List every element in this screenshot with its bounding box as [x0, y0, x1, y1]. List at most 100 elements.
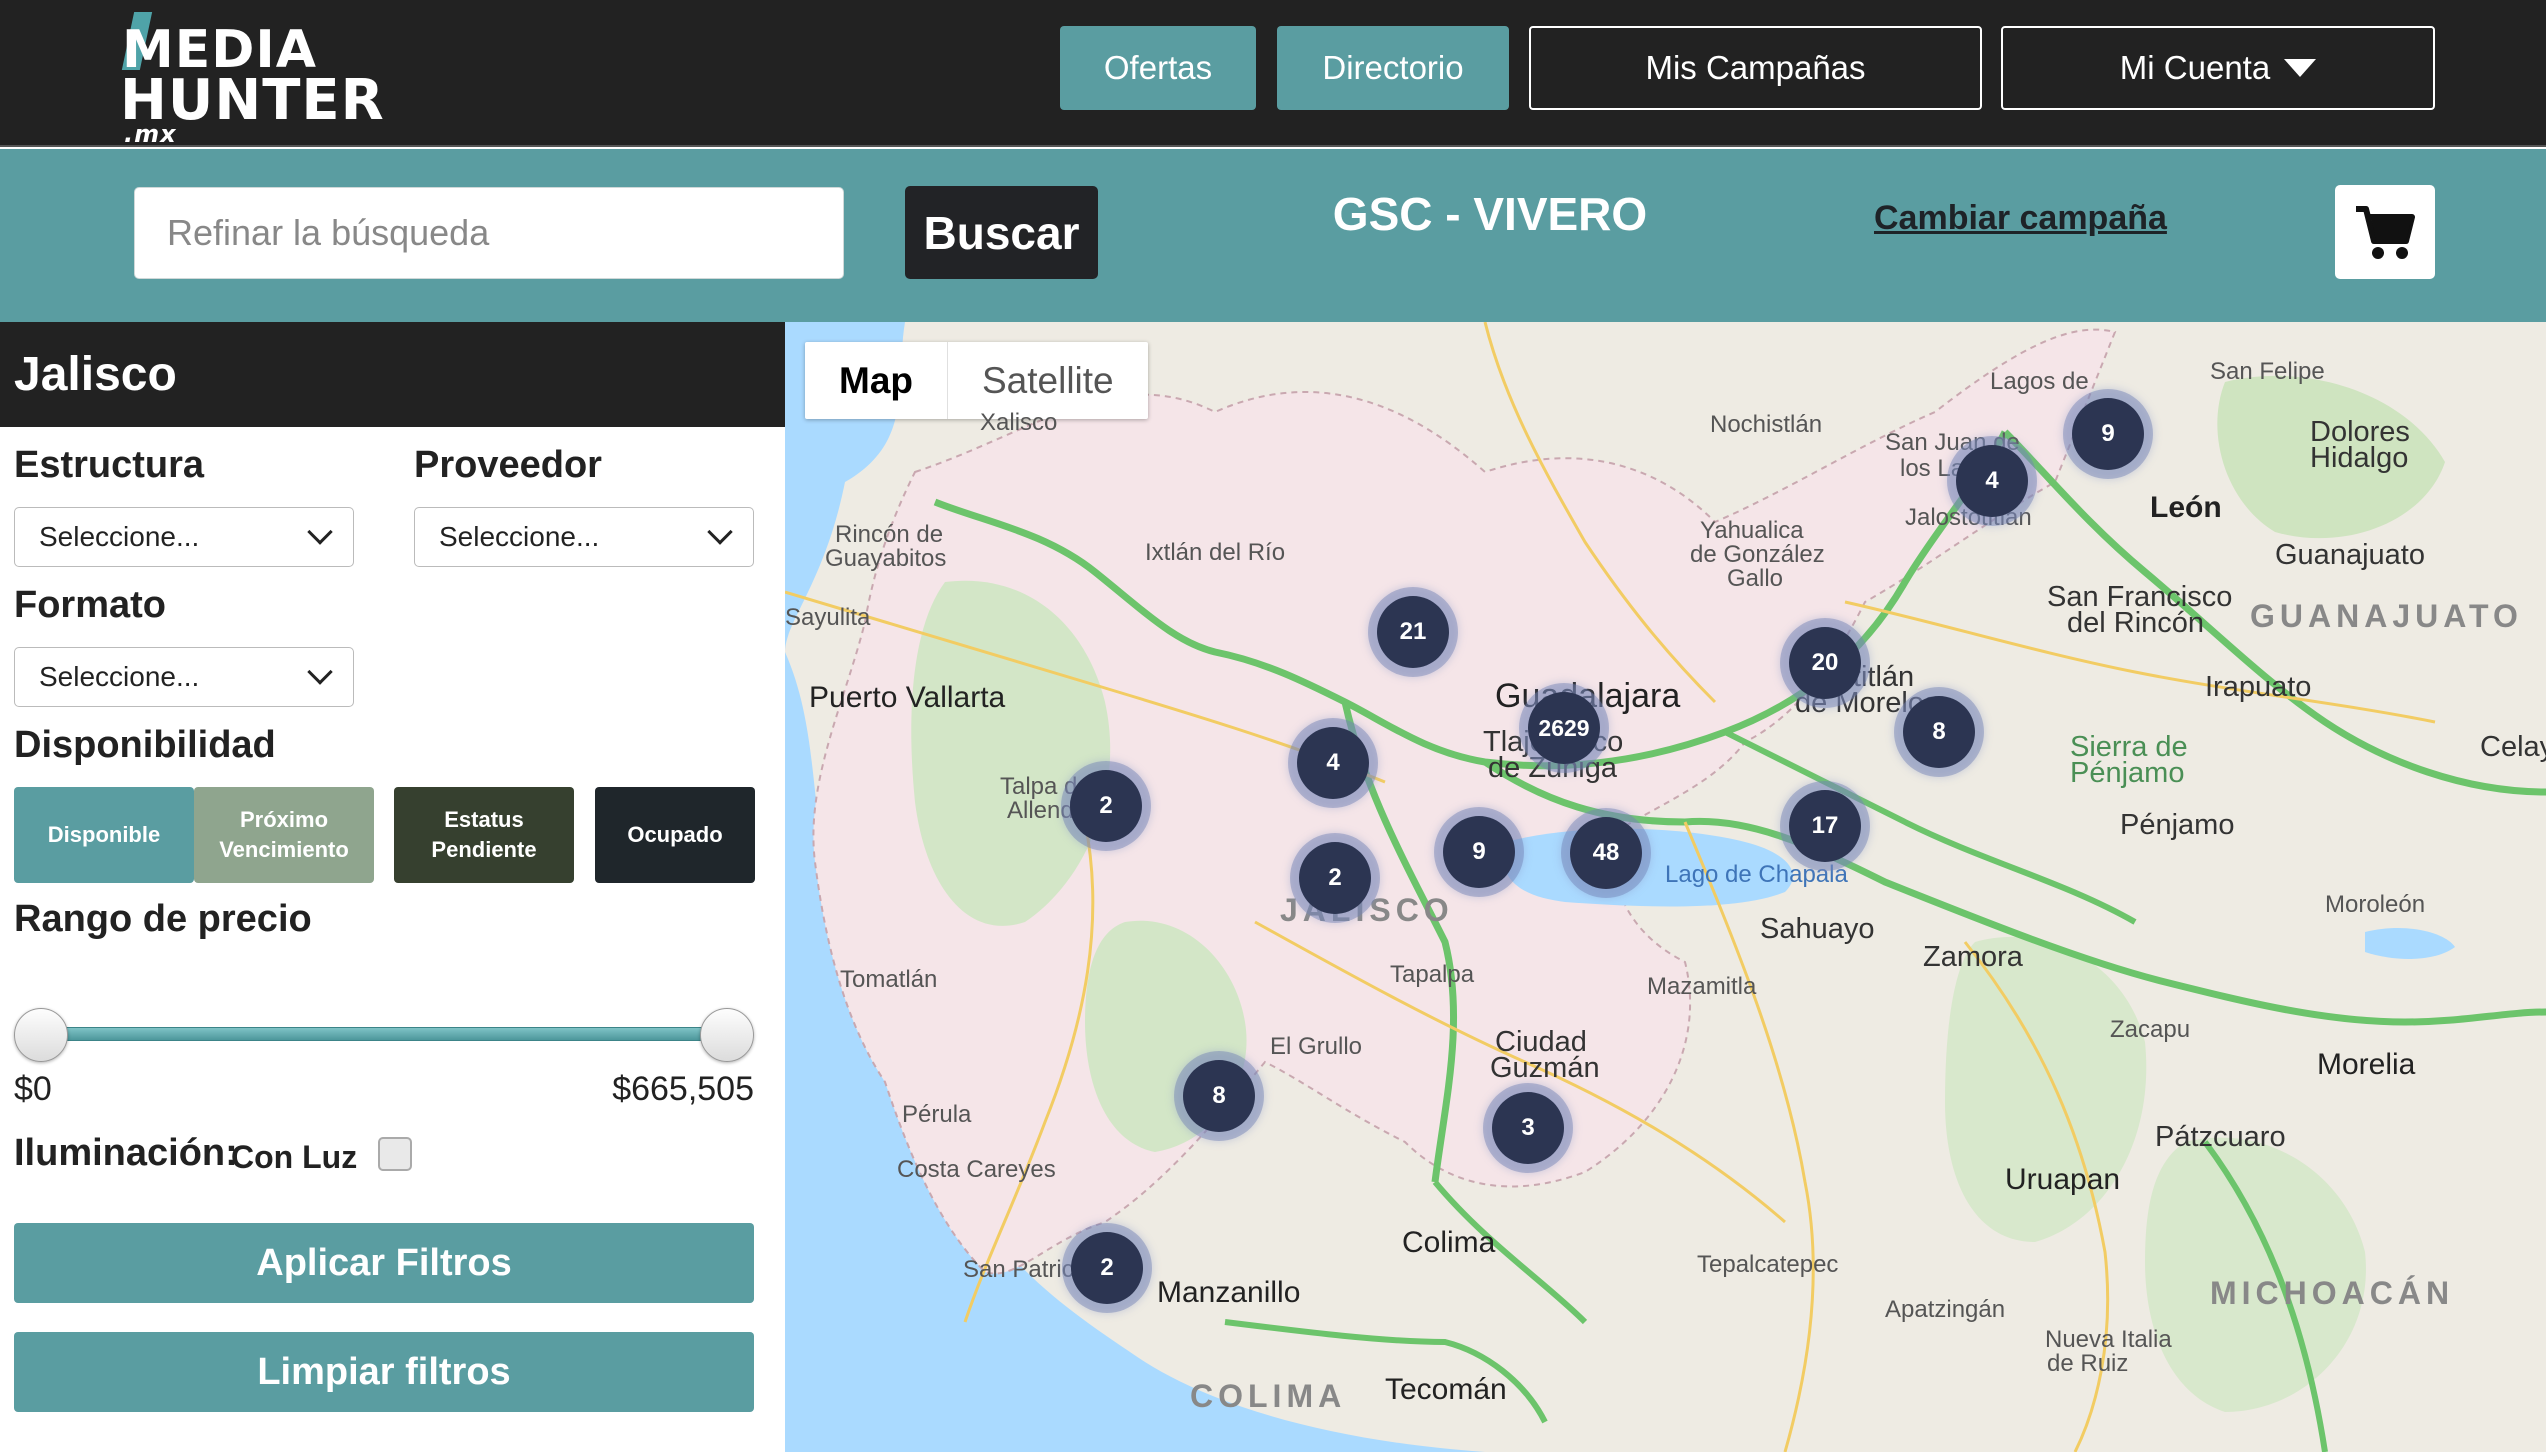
- map-label: Hidalgo: [2310, 442, 2409, 474]
- map-label: Tepalcatepec: [1697, 1251, 1839, 1278]
- map-cluster-marker[interactable]: 4: [1956, 445, 2028, 517]
- apply-filters-button[interactable]: Aplicar Filtros: [14, 1223, 754, 1303]
- map-cluster-marker[interactable]: 8: [1183, 1060, 1255, 1132]
- map-label: GUANAJUATO: [2250, 598, 2523, 634]
- price-range-track[interactable]: [38, 1027, 728, 1041]
- map-label: de González: [1690, 541, 1825, 568]
- shopping-cart-icon: [2356, 206, 2415, 259]
- map-cluster-marker[interactable]: 2: [1299, 842, 1371, 914]
- cart-button[interactable]: [2335, 185, 2435, 279]
- map-label: Lagos de: [1990, 368, 2089, 395]
- map-label: MICHOACÁN: [2210, 1275, 2455, 1311]
- nav-ofertas-button[interactable]: Ofertas: [1060, 26, 1256, 110]
- disponibilidad-label: Disponibilidad: [14, 724, 276, 766]
- change-campaign-link[interactable]: Cambiar campaña: [1874, 199, 2167, 238]
- map-label: Tecomán: [1385, 1373, 1507, 1406]
- nav-directorio-button[interactable]: Directorio: [1277, 26, 1509, 110]
- map-cluster-marker[interactable]: 9: [2072, 398, 2144, 470]
- map-label: León: [2150, 491, 2222, 524]
- map-cluster-marker[interactable]: 2: [1070, 770, 1142, 842]
- chevron-down-icon: [307, 519, 333, 545]
- mi-cuenta-label: Mi Cuenta: [2119, 49, 2271, 86]
- map-label: Guanajuato: [2275, 539, 2425, 571]
- map-view[interactable]: Map Satellite Lagos de San Felipe Dolore…: [785, 322, 2546, 1452]
- ocupado-button[interactable]: Ocupado: [595, 787, 755, 883]
- region-title: Jalisco: [0, 322, 785, 427]
- proveedor-label: Proveedor: [414, 444, 602, 486]
- map-label: Sayulita: [785, 604, 871, 631]
- map-label: Morelia: [2317, 1048, 2416, 1081]
- map-label: Manzanillo: [1157, 1276, 1301, 1309]
- map-type-map-button[interactable]: Map: [805, 342, 947, 419]
- estructura-select[interactable]: Seleccione...: [14, 507, 354, 567]
- search-button[interactable]: Buscar: [905, 186, 1098, 279]
- clear-filters-button[interactable]: Limpiar filtros: [14, 1332, 754, 1412]
- price-max-handle[interactable]: [700, 1008, 754, 1062]
- chevron-down-icon: [707, 519, 733, 545]
- map-label: Tapalpa: [1390, 961, 1475, 988]
- map-label: El Grullo: [1270, 1033, 1363, 1060]
- map-label: Gallo: [1727, 565, 1784, 592]
- map-label: Ixtlán del Río: [1145, 539, 1286, 566]
- search-input[interactable]: [134, 187, 844, 279]
- map-label: Yahualica: [1700, 517, 1804, 544]
- map-label: Nochistlán: [1710, 411, 1823, 438]
- nav-mis-campanas-button[interactable]: Mis Campañas: [1529, 26, 1982, 110]
- map-cluster-marker[interactable]: 20: [1789, 627, 1861, 699]
- map-label: Pénjamo: [2070, 757, 2185, 789]
- con-luz-checkbox[interactable]: [378, 1137, 412, 1171]
- estatus-pendiente-button[interactable]: Estatus Pendiente: [394, 787, 574, 883]
- estructura-label: Estructura: [14, 444, 205, 486]
- map-label: Irapuato: [2205, 671, 2312, 703]
- con-luz-label: Con Luz: [231, 1139, 358, 1175]
- map-label: Guayabitos: [825, 545, 947, 572]
- estructura-value: Seleccione...: [39, 521, 200, 552]
- map-cluster-marker[interactable]: 2629: [1528, 692, 1600, 764]
- map-cluster-marker[interactable]: 8: [1903, 696, 1975, 768]
- map-label: COLIMA: [1190, 1378, 1347, 1414]
- map-label: del Rincón: [2067, 607, 2205, 639]
- mediahunter-logo[interactable]: MEDIA HUNTER .mx: [120, 10, 384, 148]
- proveedor-value: Seleccione...: [439, 521, 600, 552]
- caret-down-icon: [2284, 59, 2317, 77]
- formato-value: Seleccione...: [39, 661, 200, 692]
- map-label: San Felipe: [2210, 358, 2325, 385]
- map-label: Costa Careyes: [897, 1156, 1056, 1183]
- map-cluster-marker[interactable]: 9: [1443, 816, 1515, 888]
- map-cluster-marker[interactable]: 3: [1492, 1092, 1564, 1164]
- formato-select[interactable]: Seleccione...: [14, 647, 354, 707]
- map-cluster-marker[interactable]: 4: [1297, 727, 1369, 799]
- map-label: Pénjamo: [2120, 809, 2235, 841]
- filter-sidebar: Jalisco Estructura Seleccione... Proveed…: [0, 322, 785, 1452]
- map-cluster-marker[interactable]: 17: [1789, 790, 1861, 862]
- map-cluster-marker[interactable]: 48: [1570, 817, 1642, 889]
- map-label: Lago de Chapala: [1665, 861, 1848, 888]
- map-label: Puerto Vallarta: [809, 681, 1006, 714]
- campaign-title: GSC - VIVERO: [1332, 188, 1648, 240]
- map-label: Apatzingán: [1885, 1296, 2006, 1323]
- map-cluster-marker[interactable]: 21: [1377, 596, 1449, 668]
- map-type-satellite-button[interactable]: Satellite: [947, 342, 1148, 419]
- map-label: Moroleón: [2325, 891, 2426, 918]
- map-cluster-marker[interactable]: 2: [1071, 1232, 1143, 1304]
- map-label: Pátzcuaro: [2155, 1121, 2286, 1153]
- search-bar: Buscar GSC - VIVERO Cambiar campaña: [0, 149, 2546, 322]
- map-label: Tomatlán: [840, 966, 938, 993]
- price-min-value: $0: [14, 1070, 52, 1108]
- map-type-control: Map Satellite: [805, 342, 1148, 419]
- map-label: Zacapu: [2110, 1016, 2191, 1043]
- price-max-value: $665,505: [612, 1070, 754, 1108]
- top-navbar: MEDIA HUNTER .mx Ofertas Directorio Mis …: [0, 0, 2546, 148]
- iluminacion-label: Iluminación:: [14, 1132, 238, 1174]
- price-min-handle[interactable]: [14, 1008, 68, 1062]
- map-label: de Ruiz: [2047, 1350, 2129, 1377]
- map-label: Mazamitla: [1647, 973, 1757, 1000]
- disponible-button[interactable]: Disponible: [14, 787, 194, 883]
- map-label: Uruapan: [2005, 1163, 2121, 1196]
- proveedor-select[interactable]: Seleccione...: [414, 507, 754, 567]
- rango-precio-label: Rango de precio: [14, 898, 312, 940]
- map-label: Colima: [1402, 1226, 1496, 1259]
- proximo-vencimiento-button[interactable]: Próximo Vencimiento: [194, 787, 374, 883]
- logo-line-3: .mx: [124, 120, 177, 148]
- nav-mi-cuenta-button[interactable]: Mi Cuenta: [2001, 26, 2435, 110]
